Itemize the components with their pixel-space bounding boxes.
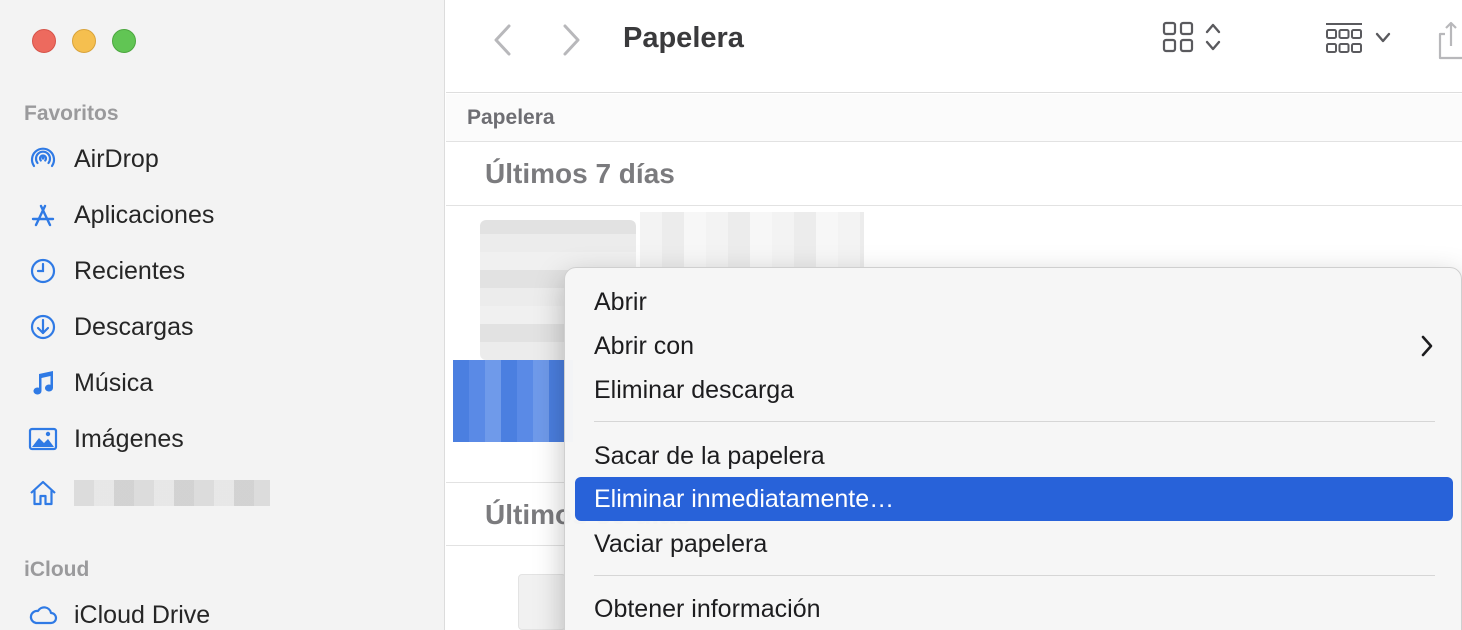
menu-item-label: Abrir con xyxy=(594,331,695,360)
icloud-section-title: iCloud xyxy=(24,558,90,581)
download-icon xyxy=(26,310,60,344)
favorites-section-title: Favoritos xyxy=(24,102,119,125)
sidebar-item-imagenes[interactable]: Imágenes xyxy=(26,419,184,459)
group-header-last-7-days: Últimos 7 días xyxy=(446,142,1462,206)
sidebar-item-recientes[interactable]: Recientes xyxy=(26,251,185,291)
back-button[interactable] xyxy=(484,22,520,58)
window-title: Papelera xyxy=(623,22,744,54)
menu-item-get-info[interactable]: Obtener información xyxy=(575,587,1453,630)
sidebar-item-aplicaciones[interactable]: Aplicaciones xyxy=(26,195,214,235)
menu-item-open-with[interactable]: Abrir con xyxy=(575,324,1453,368)
sidebar-item-airdrop[interactable]: AirDrop xyxy=(26,139,159,179)
menu-item-open[interactable]: Abrir xyxy=(575,280,1453,324)
sidebar-item-descargas[interactable]: Descargas xyxy=(26,307,194,347)
chevron-left-icon xyxy=(494,24,511,56)
sidebar-item-home[interactable] xyxy=(26,473,270,513)
chevron-right-icon xyxy=(563,24,580,56)
applications-icon xyxy=(26,198,60,232)
redacted-user-folder xyxy=(74,480,270,506)
menu-item-label: Vaciar papelera xyxy=(594,529,768,558)
photo-icon xyxy=(26,422,60,456)
sidebar-item-label: Descargas xyxy=(74,312,194,341)
group-title: Últimos 7 días xyxy=(485,158,675,189)
forward-button[interactable] xyxy=(554,22,590,58)
window-controls xyxy=(32,29,136,53)
sidebar-item-label: Recientes xyxy=(74,256,186,285)
file-item-blur xyxy=(640,212,864,268)
sidebar-item-label: Imágenes xyxy=(74,424,184,453)
sidebar-item-label: iCloud Drive xyxy=(74,600,211,629)
sidebar-item-label: AirDrop xyxy=(74,144,159,173)
sidebar-item-label: Aplicaciones xyxy=(74,200,215,229)
home-icon xyxy=(26,476,60,510)
zoom-window-button[interactable] xyxy=(112,29,136,53)
path-bar: Papelera xyxy=(446,94,1462,142)
menu-separator xyxy=(594,421,1435,422)
menu-item-delete-immediately[interactable]: Eliminar inmediatamente… xyxy=(575,477,1453,521)
menu-item-put-back[interactable]: Sacar de la papelera xyxy=(575,434,1453,478)
file-item-blur xyxy=(518,574,566,630)
share-button[interactable] xyxy=(1436,20,1462,60)
menu-item-label: Eliminar descarga xyxy=(594,375,795,404)
menu-item-label: Sacar de la papelera xyxy=(594,441,825,470)
menu-item-label: Abrir xyxy=(594,287,647,316)
share-icon xyxy=(1438,21,1462,60)
minimize-window-button[interactable] xyxy=(72,29,96,53)
airdrop-icon xyxy=(26,142,60,176)
context-menu: Abrir Abrir con Eliminar descarga Sacar … xyxy=(564,267,1462,630)
grid-view-icon xyxy=(1162,21,1194,53)
sidebar-item-label: Música xyxy=(74,368,154,397)
sidebar-item-icloud-drive[interactable]: iCloud Drive xyxy=(26,595,210,630)
group-view-icon xyxy=(1326,23,1362,53)
music-note-icon xyxy=(26,366,60,400)
menu-item-empty-trash[interactable]: Vaciar papelera xyxy=(575,522,1453,566)
sidebar-item-musica[interactable]: Música xyxy=(26,363,153,403)
menu-item-label: Obtener información xyxy=(594,594,821,623)
finder-window: Favoritos AirDrop Aplicaciones Recientes… xyxy=(0,0,1462,630)
file-name-selection xyxy=(453,360,573,442)
path-label: Papelera xyxy=(467,106,555,129)
chevron-updown-icon xyxy=(1205,23,1221,51)
toolbar: Papelera xyxy=(446,0,1462,93)
menu-item-delete-download[interactable]: Eliminar descarga xyxy=(575,368,1453,412)
sidebar: Favoritos AirDrop Aplicaciones Recientes… xyxy=(0,0,445,630)
close-window-button[interactable] xyxy=(32,29,56,53)
chevron-right-icon xyxy=(1421,335,1433,357)
group-by-button[interactable] xyxy=(1324,20,1392,56)
cloud-icon xyxy=(26,598,60,630)
menu-item-label: Eliminar inmediatamente… xyxy=(594,484,895,513)
chevron-down-icon xyxy=(1375,32,1391,43)
clock-icon xyxy=(26,254,60,288)
menu-separator xyxy=(594,575,1435,576)
view-mode-button[interactable] xyxy=(1162,20,1222,54)
